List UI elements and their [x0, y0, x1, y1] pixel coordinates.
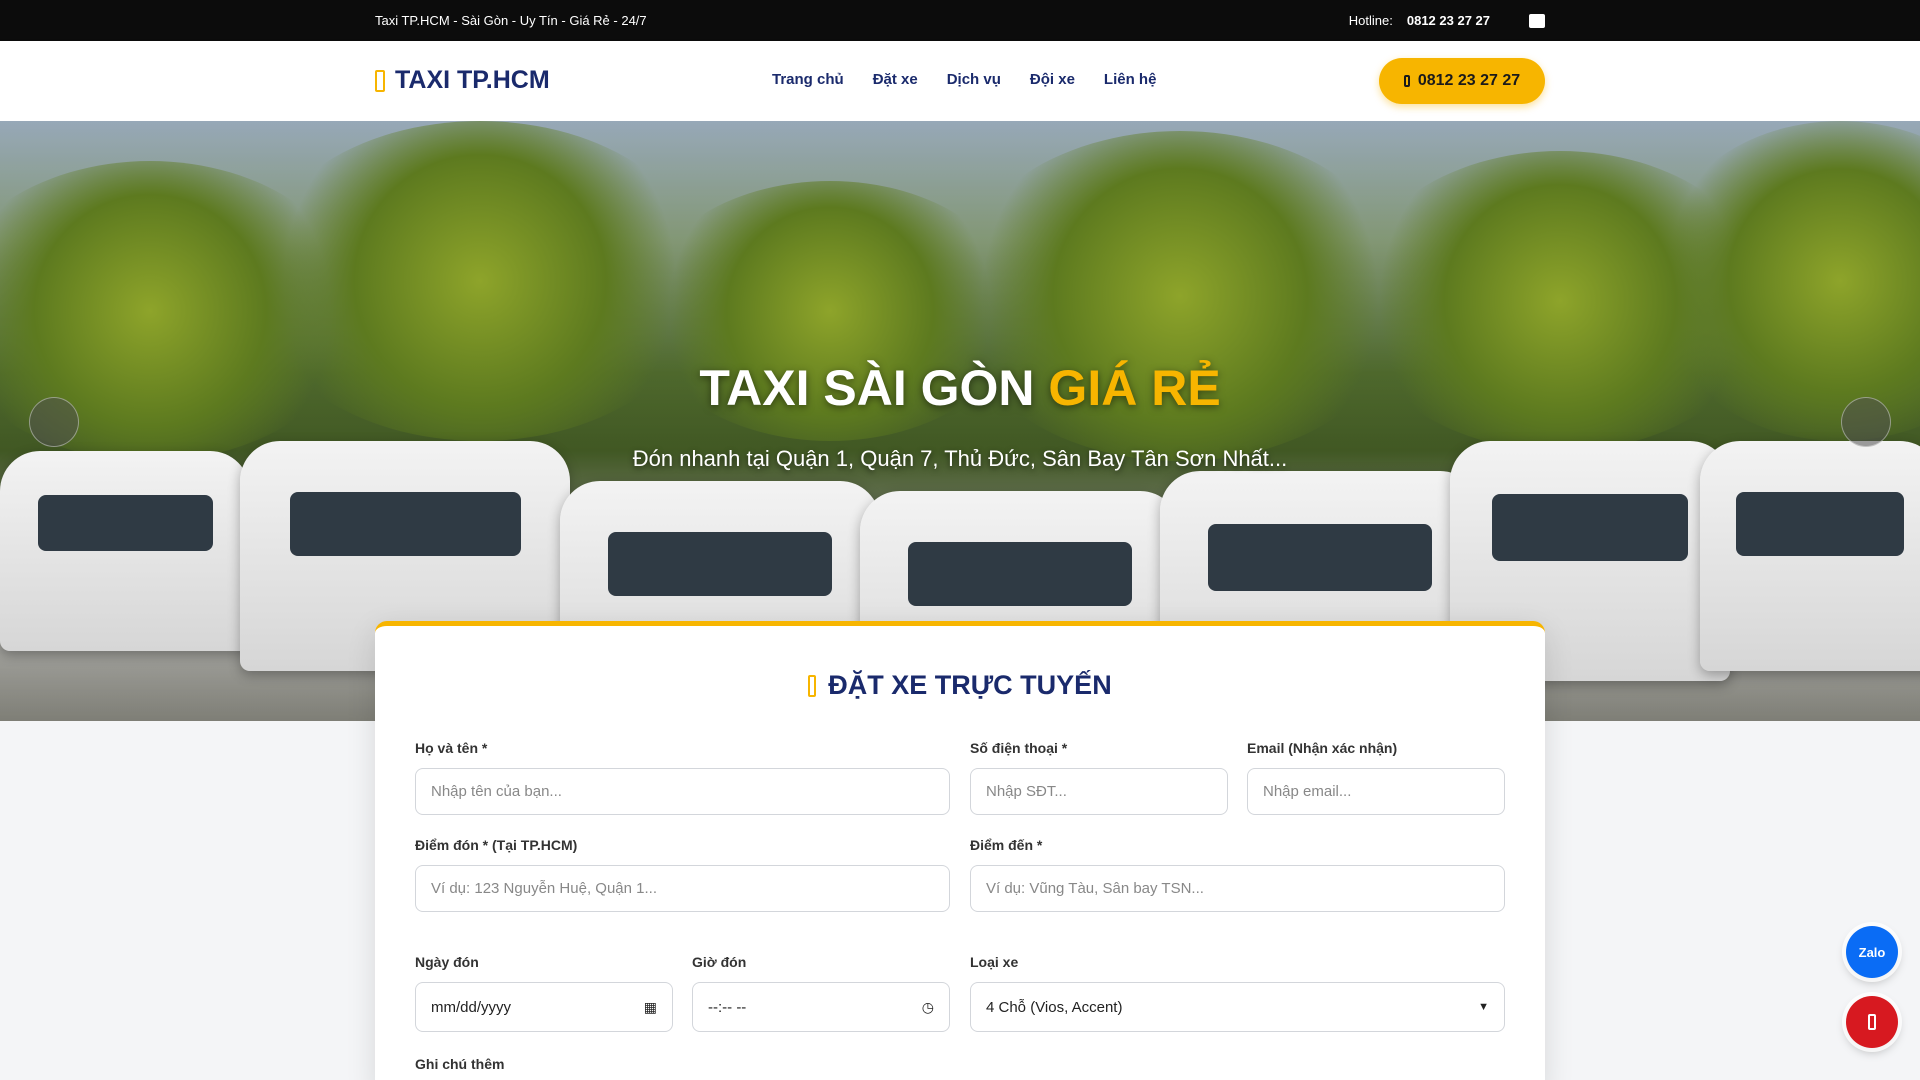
name-label: Họ và tên *: [415, 740, 488, 756]
van-image: [1700, 441, 1920, 671]
top-bar: Taxi TP.HCM - Sài Gòn - Uy Tín - Giá Rẻ …: [0, 0, 1920, 41]
email-field: Email (Nhận xác nhận) Nhập email...: [1247, 740, 1505, 815]
hotline-label: Hotline:: [1348, 13, 1393, 28]
booking-title-text: ĐẶT XE TRỰC TUYẾN: [828, 670, 1112, 700]
carousel-next-button[interactable]: [1841, 397, 1891, 447]
call-float-button[interactable]: [1846, 996, 1898, 1048]
phone-icon: [1403, 75, 1410, 87]
calendar-picker-icon[interactable]: ▦: [644, 999, 657, 1016]
nav-item-home[interactable]: Trang chủ: [772, 71, 844, 88]
zalo-chat-button[interactable]: Zalo: [1846, 926, 1898, 978]
car-type-field: Loại xe 4 Chỗ (Vios, Accent) ▼: [970, 954, 1505, 1032]
phone-icon: [1868, 1014, 1876, 1030]
calendar-icon: [808, 674, 817, 697]
date-input[interactable]: mm/dd/yyyy ▦: [415, 982, 673, 1032]
note-field: Ghi chú thêm: [415, 1056, 950, 1080]
name-input[interactable]: Nhập tên của bạn...: [415, 768, 950, 815]
date-label: Ngày đón: [415, 954, 479, 970]
destination-label: Điểm đến *: [970, 837, 1043, 853]
chevron-down-icon: ▼: [1478, 1001, 1489, 1013]
phone-input[interactable]: Nhập SĐT...: [970, 768, 1228, 815]
nav-item-contact[interactable]: Liên hệ: [1104, 71, 1157, 88]
note-label: Ghi chú thêm: [415, 1056, 505, 1072]
time-label: Giờ đón: [692, 954, 747, 970]
hotline-number[interactable]: 0812 23 27 27: [1407, 13, 1490, 28]
email-label: Email (Nhận xác nhận): [1247, 740, 1398, 756]
car-type-select[interactable]: 4 Chỗ (Vios, Accent) ▼: [970, 982, 1505, 1032]
clock-icon[interactable]: ◷: [922, 999, 934, 1016]
carousel-prev-button[interactable]: [29, 397, 79, 447]
pickup-label: Điểm đón * (Tại TP.HCM): [415, 837, 578, 853]
phone-label: Số điện thoại *: [970, 740, 1068, 756]
call-button-label: 0812 23 27 27: [1417, 72, 1521, 89]
pickup-field: Điểm đón * (Tại TP.HCM) Ví dụ: 123 Nguyễ…: [415, 837, 950, 912]
booking-form: ĐẶT XE TRỰC TUYẾN Họ và tên * Nhập tên c…: [375, 621, 1545, 1080]
destination-input[interactable]: Ví dụ: Vũng Tàu, Sân bay TSN...: [970, 865, 1505, 912]
time-field: Giờ đón --:-- -- ◷: [692, 954, 950, 1032]
hero-title: TAXI SÀI GÒN GIÁ RẺ: [0, 359, 1920, 417]
booking-title: ĐẶT XE TRỰC TUYẾN: [375, 670, 1545, 701]
pickup-input[interactable]: Ví dụ: 123 Nguyễn Huệ, Quận 1...: [415, 865, 950, 912]
name-field: Họ và tên * Nhập tên của bạn...: [415, 740, 950, 815]
van-image: [0, 451, 250, 651]
logo-text: TAXI TP.HCM: [395, 66, 550, 94]
nav-item-fleet[interactable]: Đội xe: [1030, 71, 1075, 88]
time-value: --:-- --: [708, 998, 747, 1016]
hotline: Hotline: 0812 23 27 27: [1349, 13, 1490, 28]
email-input[interactable]: Nhập email...: [1247, 768, 1505, 815]
nav-item-booking[interactable]: Đặt xe: [873, 71, 918, 88]
hero-title-accent: GIÁ RẺ: [1048, 360, 1221, 416]
call-button[interactable]: 0812 23 27 27: [1379, 58, 1545, 104]
main-nav: Trang chủ Đặt xe Dịch vụ Đội xe Liên hệ: [772, 71, 1156, 88]
tagline: Taxi TP.HCM - Sài Gòn - Uy Tín - Giá Rẻ …: [375, 13, 647, 28]
hero-subtitle: Đón nhanh tại Quận 1, Quận 7, Thủ Đức, S…: [632, 446, 1288, 471]
destination-field: Điểm đến * Ví dụ: Vũng Tàu, Sân bay TSN.…: [970, 837, 1505, 912]
site-logo[interactable]: TAXI TP.HCM: [375, 66, 550, 95]
taxi-icon: [375, 69, 385, 92]
phone-field: Số điện thoại * Nhập SĐT...: [970, 740, 1228, 815]
zalo-square-icon[interactable]: [1529, 14, 1545, 28]
main-navbar: TAXI TP.HCM Trang chủ Đặt xe Dịch vụ Đội…: [0, 41, 1920, 121]
car-type-label: Loại xe: [970, 954, 1019, 970]
nav-item-services[interactable]: Dịch vụ: [947, 71, 1001, 88]
hero-title-main: TAXI SÀI GÒN: [699, 360, 1049, 416]
car-type-value: 4 Chỗ (Vios, Accent): [986, 998, 1123, 1016]
date-field: Ngày đón mm/dd/yyyy ▦: [415, 954, 673, 1032]
date-value: mm/dd/yyyy: [431, 998, 512, 1016]
time-input[interactable]: --:-- -- ◷: [692, 982, 950, 1032]
